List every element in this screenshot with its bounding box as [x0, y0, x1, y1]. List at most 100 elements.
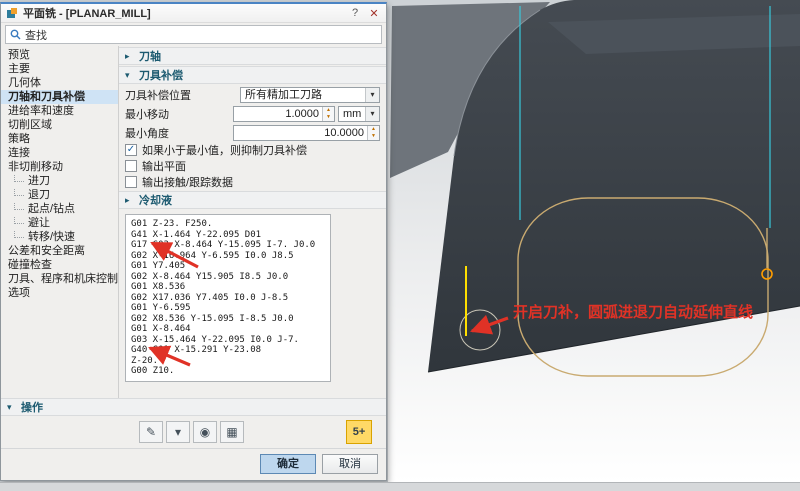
nav-item[interactable]: 避让 — [1, 216, 118, 230]
min-move-unit-select[interactable]: mm — [338, 106, 380, 122]
checkbox-label: 如果小于最小值，则抑制刀具补偿 — [142, 142, 307, 158]
min-move-input[interactable]: 1.0000 — [233, 106, 335, 122]
nav-item[interactable]: 刀具、程序和机床控制 — [1, 272, 118, 286]
gcode-line: G01 Z-23. F250. — [131, 219, 325, 230]
checkbox-label: 输出平面 — [142, 158, 186, 174]
compensation-position-select[interactable]: 所有精加工刀路 — [240, 87, 380, 103]
nav-item[interactable]: 退刀 — [1, 188, 118, 202]
min-move-row: 最小移动 1.0000 mm — [123, 104, 382, 123]
section-coolant[interactable]: ▸ 冷却液 — [119, 191, 386, 209]
content-panel: ▸ 刀轴 ▾ 刀具补偿 刀具补偿位置 所有精加工刀路 最小移动 1.0000 — [118, 46, 386, 398]
status-bar — [0, 482, 800, 491]
nav-item[interactable]: 主要 — [1, 62, 118, 76]
gcode-line: G02 X17.036 Y7.405 I0.0 J-8.5 — [131, 293, 325, 304]
checkbox[interactable] — [125, 144, 137, 156]
generate-toolpath-button[interactable]: ✎ — [139, 421, 163, 443]
compensation-position-row: 刀具补偿位置 所有精加工刀路 — [123, 85, 382, 104]
nav-item[interactable]: 转移/快速 — [1, 230, 118, 244]
chevron-down-icon[interactable] — [365, 107, 379, 121]
cancel-button[interactable]: 取消 — [322, 454, 378, 474]
nav-item[interactable]: 选项 — [1, 286, 118, 300]
nav-item[interactable]: 碰撞检查 — [1, 258, 118, 272]
section-label: 刀具补偿 — [139, 67, 183, 83]
checkbox-row[interactable]: 输出接触/跟踪数据 — [123, 174, 382, 190]
close-button[interactable]: ✕ — [367, 7, 381, 20]
spin-down-icon[interactable] — [368, 133, 379, 140]
viewport-3d[interactable] — [388, 0, 800, 483]
verify-toolpath-button[interactable]: ◉ — [193, 421, 217, 443]
nav-item[interactable]: 连接 — [1, 146, 118, 160]
search-icon — [10, 29, 21, 40]
dialog-icon — [6, 7, 18, 19]
machine-simulation-button[interactable]: 5+ — [346, 420, 372, 444]
section-tool-axis[interactable]: ▸ 刀轴 — [119, 47, 386, 65]
collapse-arrow-icon[interactable]: ▸ — [125, 51, 134, 62]
gcode-line: G03 X-15.464 Y-22.095 I0.0 J-7. — [131, 335, 325, 346]
nav-list: 预览主要几何体刀轴和刀具补偿进给率和速度切削区域策略连接非切削移动进刀退刀起点/… — [1, 46, 118, 398]
min-angle-value: 10.0000 — [234, 126, 367, 140]
gcode-line: Z-20. — [131, 356, 325, 367]
section-actions[interactable]: ▾ 操作 — [1, 398, 386, 416]
action-icons: ✎▾◉▦ 5+ — [1, 416, 386, 448]
gcode-line: G40 G01 X-15.291 Y-23.08 — [131, 345, 325, 356]
spin-up-icon[interactable] — [323, 107, 334, 114]
replay-toolpath-button[interactable]: ▾ — [166, 421, 190, 443]
gcode-line: G01 Y7.405 — [131, 261, 325, 272]
gcode-line: G01 Y-6.595 — [131, 303, 325, 314]
help-button[interactable]: ? — [348, 7, 362, 19]
compensation-position-value: 所有精加工刀路 — [241, 88, 365, 102]
min-move-value: 1.0000 — [234, 107, 322, 121]
nav-item[interactable]: 进刀 — [1, 174, 118, 188]
min-move-label: 最小移动 — [125, 106, 233, 122]
compensation-position-label: 刀具补偿位置 — [125, 87, 240, 103]
checkbox[interactable] — [125, 160, 137, 172]
dialog-titlebar: 平面铣 - [PLANAR_MILL] ? ✕ — [1, 4, 386, 23]
gcode-line: G01 X8.536 — [131, 282, 325, 293]
checkbox[interactable] — [125, 176, 137, 188]
section-label: 操作 — [21, 399, 43, 415]
nav-item[interactable]: 预览 — [1, 48, 118, 62]
gcode-line: G01 X-8.464 — [131, 324, 325, 335]
dialog-title: 平面铣 - [PLANAR_MILL] — [23, 5, 343, 21]
min-move-unit-value: mm — [339, 107, 365, 121]
nav-item[interactable]: 进给率和速度 — [1, 104, 118, 118]
spinner[interactable] — [322, 107, 334, 121]
gcode-line: G02 X8.536 Y-15.095 I-8.5 J0.0 — [131, 314, 325, 325]
dialog-footer: 确定 取消 — [1, 448, 386, 480]
expand-arrow-icon[interactable]: ▾ — [125, 70, 134, 81]
nav-item[interactable]: 非切削移动 — [1, 160, 118, 174]
spin-up-icon[interactable] — [368, 126, 379, 133]
nav-item[interactable]: 起点/钻点 — [1, 202, 118, 216]
compensation-checkboxes: 如果小于最小值，则抑制刀具补偿输出平面输出接触/跟踪数据 — [123, 142, 382, 190]
min-angle-label: 最小角度 — [125, 125, 233, 141]
nav-item[interactable]: 几何体 — [1, 76, 118, 90]
dialog-body: 预览主要几何体刀轴和刀具补偿进给率和速度切削区域策略连接非切削移动进刀退刀起点/… — [1, 46, 386, 398]
min-angle-row: 最小角度 10.0000 — [123, 123, 382, 142]
ok-button[interactable]: 确定 — [260, 454, 316, 474]
nav-item[interactable]: 策略 — [1, 132, 118, 146]
spinner[interactable] — [367, 126, 379, 140]
checkbox-row[interactable]: 输出平面 — [123, 158, 382, 174]
gcode-line: G02 X-8.464 Y15.905 I8.5 J0.0 — [131, 272, 325, 283]
checkbox-label: 输出接触/跟踪数据 — [142, 174, 233, 190]
collapse-arrow-icon[interactable]: ▸ — [125, 195, 134, 206]
expand-arrow-icon[interactable]: ▾ — [7, 402, 16, 413]
planar-mill-dialog: 平面铣 - [PLANAR_MILL] ? ✕ 查找 预览主要几何体刀轴和刀具补… — [0, 2, 387, 481]
search-input[interactable]: 查找 — [5, 25, 382, 44]
section-label: 刀轴 — [139, 48, 161, 64]
checkbox-row[interactable]: 如果小于最小值，则抑制刀具补偿 — [123, 142, 382, 158]
gcode-line: G00 Z10. — [131, 366, 325, 377]
section-compensation[interactable]: ▾ 刀具补偿 — [119, 66, 386, 84]
search-label: 查找 — [25, 27, 47, 43]
gcode-line: G41 X-1.464 Y-22.095 D01 — [131, 230, 325, 241]
section-label: 冷却液 — [139, 192, 172, 208]
chevron-down-icon[interactable] — [365, 88, 379, 102]
nav-item[interactable]: 切削区域 — [1, 118, 118, 132]
nav-item[interactable]: 刀轴和刀具补偿 — [1, 90, 118, 104]
nav-item[interactable]: 公差和安全距离 — [1, 244, 118, 258]
spin-down-icon[interactable] — [323, 114, 334, 121]
min-angle-input[interactable]: 10.0000 — [233, 125, 380, 141]
list-toolpath-button[interactable]: ▦ — [220, 421, 244, 443]
gcode-box: G01 Z-23. F250.G41 X-1.464 Y-22.095 D01 G… — [125, 214, 331, 382]
gcode-line: G02 X-16.964 Y-6.595 I0.0 J8.5 — [131, 251, 325, 262]
